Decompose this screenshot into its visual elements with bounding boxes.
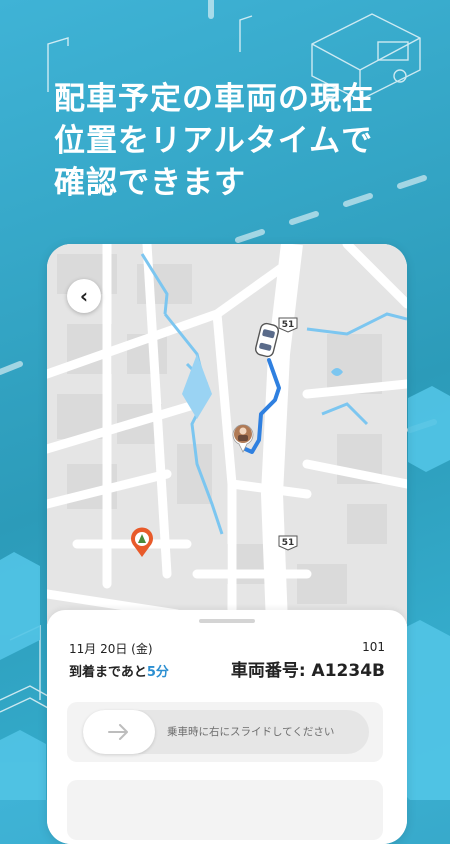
secondary-card [67, 780, 383, 840]
sheet-drag-handle[interactable] [199, 619, 255, 623]
eta-minutes: 5分 [146, 665, 169, 680]
arrow-right-icon [108, 724, 128, 740]
svg-text:51: 51 [282, 320, 295, 330]
slider-instruction: 乗車時に右にスライドしてください [167, 726, 335, 738]
headline: 配車予定の車両の現在 位置をリアルタイムで 確認できます [54, 78, 414, 204]
eta-prefix: 到着まであと [69, 665, 147, 680]
slider-knob[interactable] [83, 710, 155, 754]
map-view[interactable]: 51 51 [47, 244, 407, 624]
vehicle-plate: 車両番号: A1234B [230, 661, 385, 681]
pickup-date: 11月 20日 (金) [69, 642, 153, 656]
boarding-slider[interactable]: 乗車時に右にスライドしてください [83, 710, 369, 754]
car-number: 101 [362, 640, 385, 654]
headline-line-2: 位置をリアルタイムで [54, 123, 374, 159]
back-button[interactable]: ‹ [67, 279, 101, 313]
trip-info-sheet: 11月 20日 (金) 到着まであと5分 101 車両番号: A1234B 乗車… [47, 610, 407, 844]
chevron-left-icon: ‹ [79, 284, 89, 308]
headline-line-3: 確認できます [54, 165, 246, 201]
phone-frame: 51 51 ‹ 11月 20日 (金) 到着まであと5分 101 車両番号: A… [47, 244, 407, 844]
svg-text:51: 51 [282, 538, 295, 548]
boarding-slider-card: 乗車時に右にスライドしてください [67, 702, 383, 762]
headline-line-1: 配車予定の車両の現在 [54, 81, 374, 117]
eta-text: 到着まであと5分 [69, 661, 169, 680]
